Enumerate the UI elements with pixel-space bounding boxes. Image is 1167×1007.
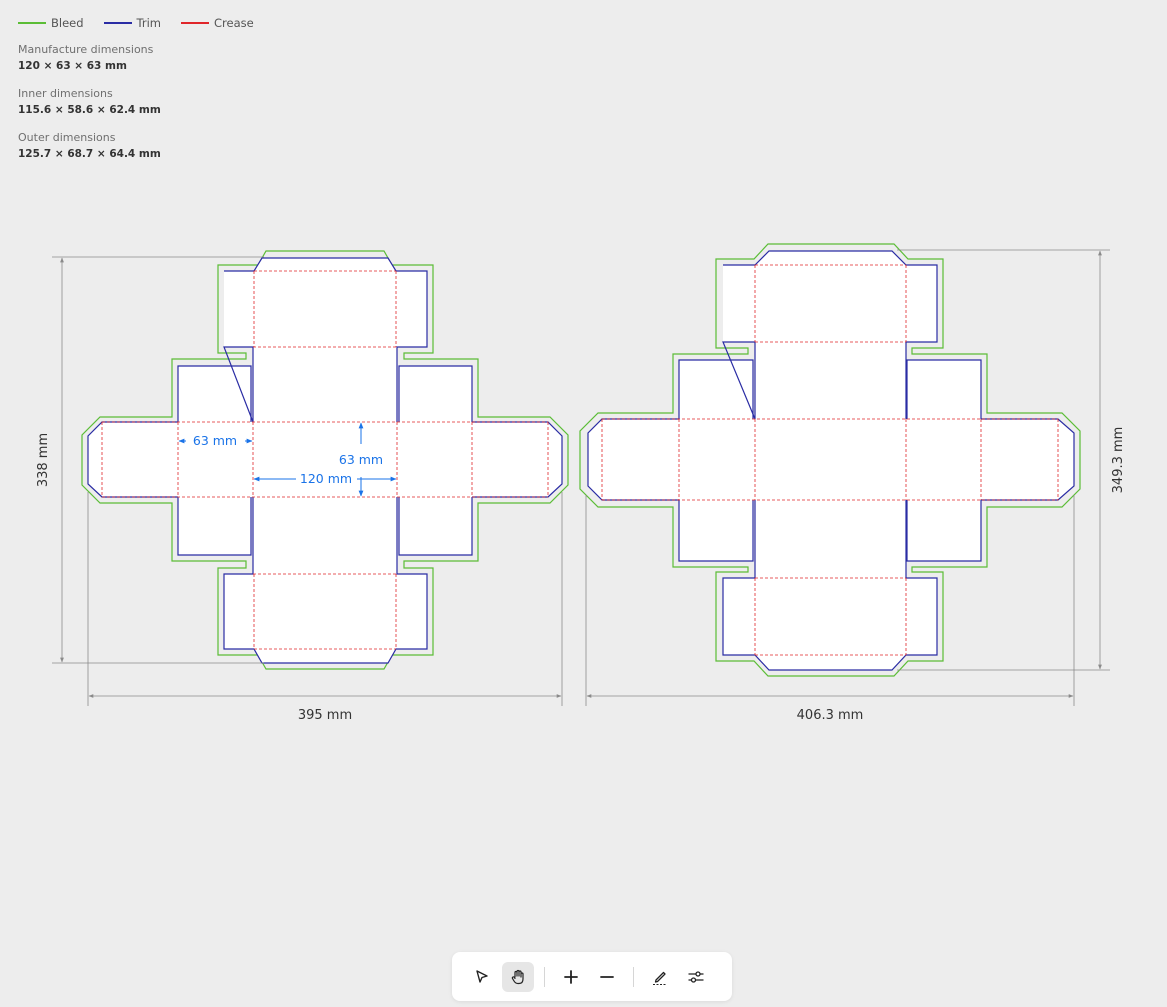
minus-icon (600, 975, 614, 978)
toolbar-divider (544, 966, 545, 987)
zoom-in-button[interactable] (555, 962, 587, 992)
hand-icon (511, 969, 524, 984)
zoom-out-button[interactable] (591, 962, 623, 992)
width-label: 395 mm (298, 708, 352, 723)
callout-length: 120 mm (300, 471, 352, 486)
pointer-icon (476, 969, 488, 983)
annotate-button[interactable] (644, 962, 676, 992)
plus-icon (564, 969, 578, 984)
pen-icon (653, 971, 667, 985)
sliders-icon (688, 970, 704, 983)
toolbar-divider (633, 966, 634, 987)
panel-fills (588, 251, 1074, 670)
width-label: 406.3 mm (797, 708, 864, 723)
settings-button[interactable] (680, 962, 712, 992)
select-tool-button[interactable] (466, 962, 498, 992)
panel-fills (88, 258, 562, 663)
toolbar (452, 952, 732, 1001)
callout-depth: 63 mm (339, 452, 383, 467)
height-label: 349.3 mm (1111, 427, 1126, 494)
pan-tool-button[interactable] (502, 961, 534, 992)
dieline-canvas[interactable]: 63 mm 63 mm 120 mm 338 mm 395 mm 349.3 m… (0, 0, 1167, 1007)
height-label: 338 mm (36, 433, 51, 487)
dieline-right[interactable]: 349.3 mm 406.3 mm (579, 243, 1126, 723)
callout-side-width: 63 mm (193, 433, 237, 448)
dieline-left[interactable]: 63 mm 63 mm 120 mm 338 mm 395 mm (36, 250, 569, 723)
